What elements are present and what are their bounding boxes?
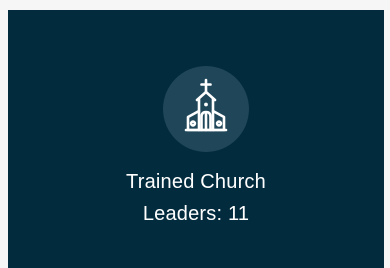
- stat-card: Trained Church Leaders: 11: [8, 10, 384, 268]
- church-icon: [184, 78, 228, 132]
- icon-badge: [163, 66, 249, 152]
- stat-label-line1: Trained Church: [126, 171, 266, 193]
- stat-label-line2: Leaders: 11: [142, 203, 250, 225]
- stat-label: Trained Church Leaders: 11: [8, 166, 384, 230]
